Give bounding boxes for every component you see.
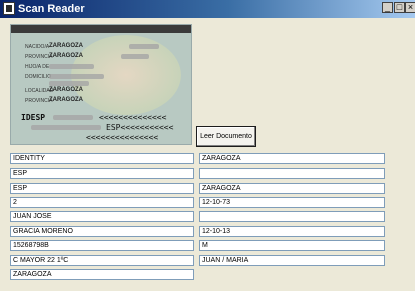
field-birth-date[interactable]: 12-10-73 — [199, 197, 385, 208]
card-label-parents: HIJO/A DE — [25, 64, 50, 70]
card-redacted — [53, 115, 93, 120]
minimize-button[interactable]: _ — [382, 2, 393, 13]
card-redacted — [121, 54, 149, 59]
card-label-address: DOMICILIO — [25, 74, 52, 80]
read-document-button[interactable]: Leer Documento — [196, 126, 256, 147]
field-empty-2[interactable] — [199, 211, 385, 222]
id-card-image: NACIDO/A ZARAGOZA PROVINCIA ZARAGOZA HIJ… — [10, 24, 192, 145]
field-document-number[interactable]: 15268798B — [10, 240, 194, 251]
field-issuing-country[interactable]: ESP — [10, 168, 194, 179]
field-first-name[interactable]: JUAN JOSE — [10, 211, 194, 222]
card-redacted — [49, 81, 89, 86]
maximize-button[interactable]: □ — [394, 2, 405, 13]
field-sex[interactable]: M — [199, 240, 385, 251]
field-nationality[interactable]: ESP — [10, 183, 194, 194]
field-empty-1[interactable] — [199, 168, 385, 179]
card-redacted — [49, 64, 94, 69]
mrz-line-2: ESP<<<<<<<<<<< — [106, 123, 174, 132]
card-top-band — [11, 25, 191, 33]
field-address[interactable]: C MAYOR 22 1ºC — [10, 255, 194, 266]
mrz-line-1-fill: <<<<<<<<<<<<<< — [99, 113, 167, 122]
field-city[interactable]: ZARAGOZA — [10, 269, 194, 280]
scan-reader-window: Scan Reader _ □ × NACIDO/A ZARAGOZA PROV… — [0, 0, 415, 291]
field-document-type[interactable]: IDENTITY — [10, 153, 194, 164]
card-value-province-2: ZARAGOZA — [49, 97, 83, 103]
card-value-birthplace: ZARAGOZA — [49, 43, 83, 49]
field-number[interactable]: 2 — [10, 197, 194, 208]
card-redacted — [31, 125, 101, 130]
card-redacted — [129, 44, 159, 49]
close-button[interactable]: × — [405, 2, 415, 13]
card-value-province: ZARAGOZA — [49, 53, 83, 59]
field-province[interactable]: ZARAGOZA — [199, 183, 385, 194]
field-parents[interactable]: JUAN / MARIA — [199, 255, 385, 266]
field-surnames[interactable]: GRACIA MORENO — [10, 226, 194, 237]
mrz-line-1-prefix: IDESP — [21, 113, 46, 122]
title-bar[interactable]: Scan Reader _ □ × — [0, 0, 415, 18]
field-expiry-date[interactable]: 12-10-13 — [199, 226, 385, 237]
card-label-born: NACIDO/A — [25, 44, 50, 50]
field-birthplace[interactable]: ZARAGOZA — [199, 153, 385, 164]
app-icon — [3, 2, 15, 15]
mrz-line-3: <<<<<<<<<<<<<<< — [86, 133, 159, 142]
card-value-locality: ZARAGOZA — [49, 87, 83, 93]
window-title: Scan Reader — [18, 3, 85, 15]
card-redacted — [49, 74, 104, 79]
